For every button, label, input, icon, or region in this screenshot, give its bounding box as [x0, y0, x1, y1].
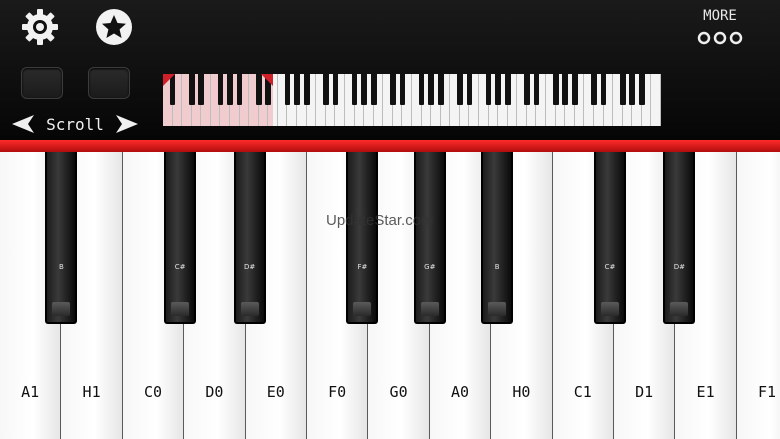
black-key-label: D#: [673, 263, 686, 271]
black-key[interactable]: C#: [594, 152, 626, 324]
black-key[interactable]: F#: [346, 152, 379, 324]
white-key[interactable]: F1: [736, 152, 780, 439]
mini-black-key: [457, 74, 463, 105]
top-toolbar: MORE Scroll: [0, 0, 780, 140]
mini-black-key: [562, 74, 569, 105]
star-icon[interactable]: [94, 7, 134, 47]
preset-slot-2[interactable]: [88, 67, 130, 99]
white-key-label: A1: [21, 383, 40, 401]
mini-black-key: [571, 74, 578, 105]
arrow-right-icon[interactable]: [115, 115, 138, 133]
more-label: MORE: [703, 8, 737, 24]
mini-black-key: [370, 74, 377, 105]
white-key-label: H1: [82, 383, 101, 401]
piano-keyboard: UpdateStar.com A1 H1 C0 D0 E0 F0 G0 A0 H0 C1 D1 E1 F…: [0, 152, 780, 439]
mini-black-key: [600, 74, 607, 105]
mini-black-key: [236, 74, 243, 105]
mini-black-key: [524, 74, 530, 105]
white-key-label: E1: [696, 383, 715, 401]
white-key-label: H0: [512, 383, 531, 401]
white-key-label: G0: [389, 383, 408, 401]
range-marker-right: [260, 74, 273, 86]
mini-black-key: [437, 74, 444, 105]
mini-black-key: [332, 74, 339, 105]
mini-black-key: [428, 74, 434, 105]
mini-black-key: [533, 74, 540, 105]
white-key-label: A0: [450, 383, 470, 401]
mini-black-key: [217, 74, 224, 105]
white-key-label: F0: [328, 383, 347, 401]
mini-black-key: [351, 74, 358, 105]
white-key-label: D1: [635, 383, 654, 401]
mini-black-key: [504, 74, 511, 105]
black-key[interactable]: C#: [164, 152, 197, 324]
mini-black-key: [485, 74, 492, 105]
mini-black-key: [495, 74, 502, 105]
mini-black-key: [227, 74, 233, 105]
mini-black-key: [418, 74, 425, 105]
more-button[interactable]: MORE: [690, 8, 750, 50]
black-key-label: F#: [357, 263, 368, 271]
mini-black-key: [389, 74, 396, 105]
white-key-label: F1: [757, 383, 777, 401]
black-key[interactable]: B: [481, 152, 514, 324]
range-marker-left: [163, 74, 175, 86]
mini-black-key: [198, 74, 205, 105]
mini-keyboard-navigator[interactable]: [163, 74, 661, 126]
black-key-label: G#: [424, 263, 436, 271]
white-key-label: D0: [205, 383, 224, 401]
mini-black-key: [552, 74, 559, 105]
mini-black-key: [629, 74, 636, 105]
mini-black-key: [322, 74, 329, 105]
black-key[interactable]: B: [45, 152, 78, 324]
scroll-label: Scroll: [46, 114, 104, 134]
black-key-label: B: [494, 263, 500, 271]
black-key-label: C#: [174, 263, 186, 271]
black-key[interactable]: D#: [233, 152, 266, 324]
white-key-label: C1: [573, 383, 592, 401]
gear-icon[interactable]: [20, 7, 60, 47]
arrow-left-icon[interactable]: [12, 115, 34, 133]
mini-black-key: [294, 74, 300, 105]
mini-black-key: [591, 74, 597, 105]
mini-black-key: [284, 74, 291, 105]
mini-white-key: [651, 74, 661, 126]
red-felt-strip: [0, 140, 780, 152]
scroll-control[interactable]: Scroll: [12, 114, 138, 134]
more-dots-icon: [697, 31, 743, 45]
black-key-label: D#: [243, 263, 256, 271]
black-key-label: B: [58, 263, 64, 271]
preset-slot-1[interactable]: [21, 67, 63, 99]
black-key[interactable]: D#: [663, 152, 696, 324]
watermark: UpdateStar.com: [326, 212, 434, 229]
mini-black-key: [619, 74, 626, 105]
mini-black-key: [303, 74, 310, 105]
mini-black-key: [399, 74, 406, 105]
mini-black-key: [188, 74, 195, 105]
black-key[interactable]: G#: [413, 152, 446, 324]
white-key-label: E0: [266, 383, 285, 401]
mini-black-key: [638, 74, 645, 105]
mini-black-key: [361, 74, 367, 105]
white-key-label: C0: [143, 383, 163, 401]
black-key-label: C#: [604, 263, 616, 271]
mini-black-key: [466, 74, 473, 105]
